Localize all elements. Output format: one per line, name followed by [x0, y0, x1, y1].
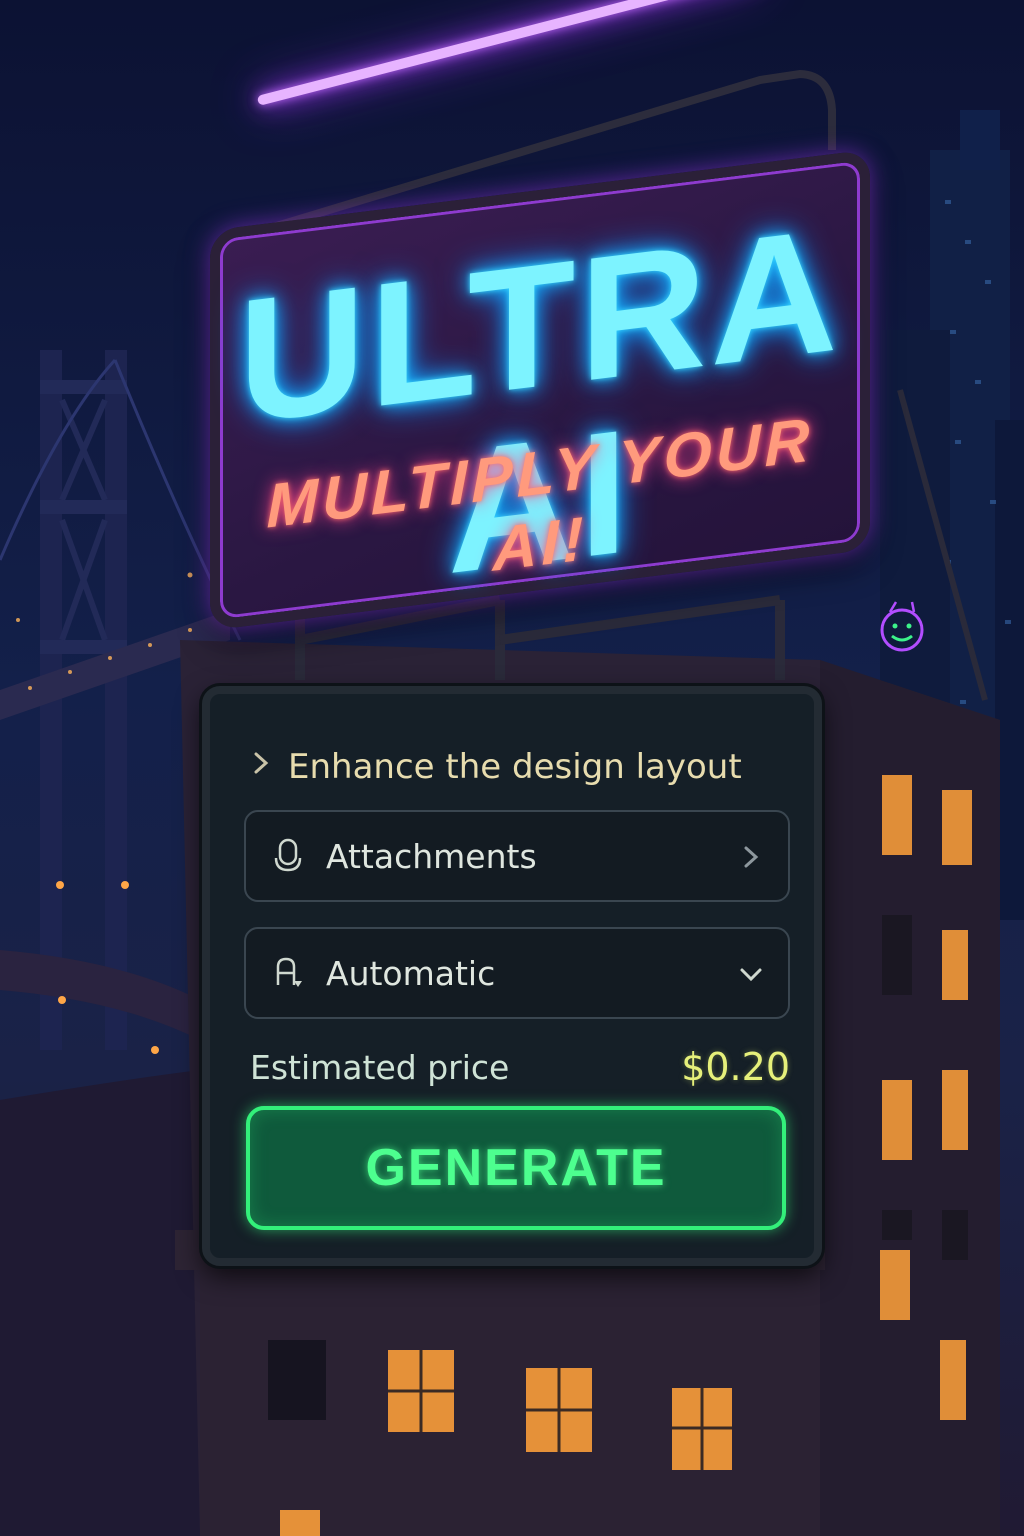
billboard-sign: ULTRA AI MULTIPLY YOUR AI!	[210, 149, 870, 631]
graffiti-smiley-icon	[880, 601, 924, 652]
generate-button[interactable]: GENERATE	[246, 1106, 786, 1230]
model-select[interactable]: Automatic	[244, 927, 790, 1019]
attachments-label: Attachments	[326, 836, 537, 876]
chevron-right-icon	[736, 841, 766, 871]
price-row: Estimated price $0.20	[250, 1039, 790, 1095]
attachments-button[interactable]: Attachments	[244, 810, 790, 902]
model-select-value: Automatic	[326, 953, 496, 993]
chevron-right-icon	[250, 748, 272, 786]
prompt-text: Enhance the design layout	[288, 747, 742, 787]
generate-panel: Enhance the design layout Attachments Au…	[202, 686, 822, 1266]
chevron-down-icon	[736, 958, 766, 988]
price-label: Estimated price	[250, 1047, 510, 1087]
prompt-row[interactable]: Enhance the design layout	[250, 742, 790, 792]
font-model-icon	[268, 953, 308, 993]
price-value: $0.20	[681, 1045, 790, 1089]
night-city-scene: ULTRA AI MULTIPLY YOUR AI! Enhance the d…	[0, 0, 1024, 1536]
microphone-icon	[268, 836, 308, 876]
